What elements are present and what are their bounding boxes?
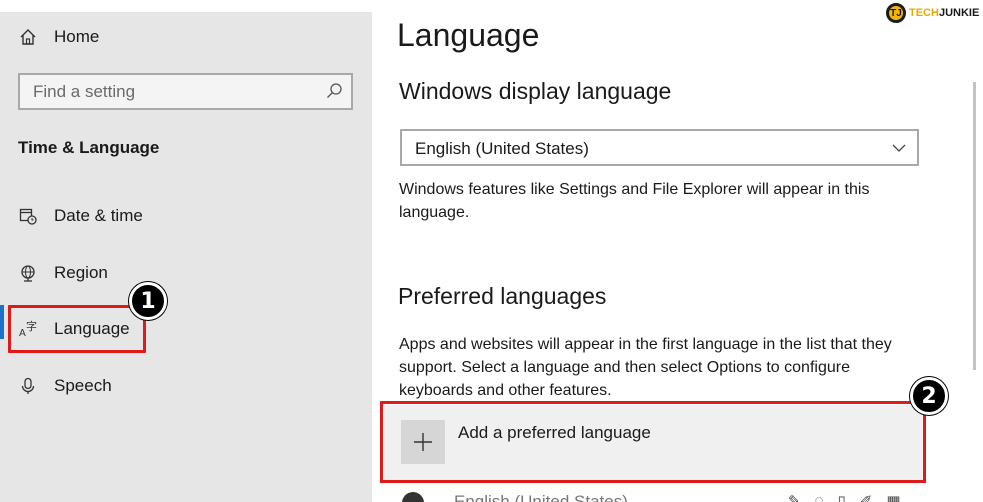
language-item-label: English (United States) (454, 492, 628, 502)
search-input[interactable] (20, 75, 351, 108)
highlight-box-language (8, 305, 146, 353)
logo-wordmark: TECHJUNKIE (909, 7, 980, 19)
section-title: Time & Language (18, 138, 160, 157)
search-icon[interactable] (325, 82, 343, 100)
display-language-heading: Windows display language (399, 78, 672, 104)
speech-icon: ◌ (814, 492, 824, 502)
step-badge-1: 1 (129, 282, 167, 320)
highlight-box-add-language (380, 401, 926, 483)
preferred-languages-description: Apps and websites will appear in the fir… (399, 336, 892, 399)
sidebar-item-date-time[interactable]: Date & time (0, 194, 372, 238)
text-to-speech-icon: ✎ (788, 493, 801, 502)
sidebar-item-label: Speech (54, 376, 112, 395)
microphone-icon: ▯ (837, 493, 846, 502)
preferred-languages-heading: Preferred languages (398, 283, 607, 309)
sidebar-home-label: Home (54, 27, 100, 46)
display-language-description: Windows features like Settings and File … (399, 181, 870, 221)
step-badge-2: 2 (910, 377, 948, 415)
display-language-dropdown[interactable]: English (United States) (400, 129, 919, 166)
home-icon (18, 27, 38, 47)
handwriting-icon: ✐ (859, 493, 873, 502)
techjunkie-logo: TJ TECHJUNKIE (886, 3, 979, 23)
microphone-icon (18, 376, 38, 396)
calendar-clock-icon (18, 206, 38, 226)
language-glyph-icon (402, 492, 424, 502)
keyboard-icon: ▦ (886, 493, 901, 502)
chevron-down-icon (891, 141, 907, 155)
sidebar-item-region[interactable]: Region (0, 251, 372, 295)
globe-icon (18, 263, 38, 283)
language-feature-icons: ✎ ◌ ▯ ✐ ▦ (788, 492, 901, 502)
sidebar-item-speech[interactable]: Speech (0, 364, 372, 408)
search-box[interactable] (18, 73, 353, 110)
sidebar-item-label: Date & time (54, 206, 143, 225)
logo-mark: TJ (886, 3, 906, 23)
sidebar-item-label: Region (54, 263, 108, 282)
page-title: Language (397, 17, 540, 53)
sidebar: Home Time & Language Date & time Region … (0, 12, 372, 502)
sidebar-home[interactable]: Home (0, 15, 372, 59)
scrollbar[interactable] (973, 82, 976, 370)
dropdown-value: English (United States) (415, 139, 589, 158)
